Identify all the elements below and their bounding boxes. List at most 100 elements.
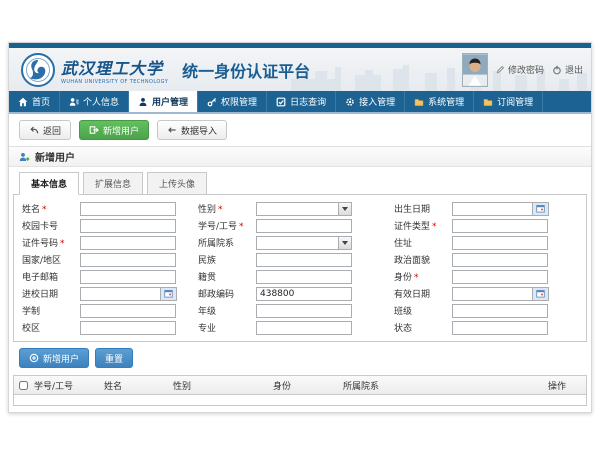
calendar-button[interactable] <box>532 202 549 216</box>
field-label: 邮政编码 <box>198 287 256 300</box>
circle-plus-icon <box>29 353 39 363</box>
id-number-input[interactable] <box>80 236 176 250</box>
field-label: 校园卡号 <box>22 219 80 232</box>
nav-item-log-query[interactable]: 日志查询 <box>267 91 336 112</box>
form-field: 电子邮箱 <box>22 270 198 284</box>
data-import-button[interactable]: 数据导入 <box>157 120 227 140</box>
study-length-input[interactable] <box>80 304 176 318</box>
nav-label: 订阅管理 <box>497 95 533 108</box>
section-title: 新增用户 <box>35 149 75 164</box>
form-field: 民族 <box>198 253 394 267</box>
country-region-input[interactable] <box>80 253 176 267</box>
form-field: 进校日期 <box>22 287 198 301</box>
form-field: 专业 <box>198 321 394 335</box>
table-header-row: 学号/工号 姓名 性别 身份 所属院系 操作 <box>14 376 586 395</box>
chevron-down-icon <box>342 241 348 245</box>
form-field: 出生日期 <box>394 202 578 216</box>
calendar-button[interactable] <box>160 287 177 301</box>
department-select[interactable] <box>256 236 352 250</box>
nav-item-subscription-management[interactable]: 订阅管理 <box>474 91 543 112</box>
logout-link[interactable]: 退出 <box>552 63 583 76</box>
nav-item-permission-management[interactable]: 权限管理 <box>198 91 267 112</box>
form-field: 证件号码* <box>22 236 198 250</box>
change-password-label: 修改密码 <box>508 63 544 76</box>
id-type-input[interactable] <box>452 219 548 233</box>
person-card-icon <box>69 97 79 107</box>
gender-select[interactable] <box>256 202 352 216</box>
form-field: 校园卡号 <box>22 219 198 233</box>
native-place-input[interactable] <box>256 270 352 284</box>
nav-item-access-management[interactable]: 接入管理 <box>336 91 405 112</box>
field-label: 电子邮箱 <box>22 270 80 283</box>
submit-add-user-button[interactable]: 新增用户 <box>19 348 89 368</box>
field-label: 校区 <box>22 321 80 334</box>
grade-input[interactable] <box>256 304 352 318</box>
key-icon <box>207 97 217 107</box>
valid-date-input[interactable] <box>452 287 532 301</box>
user-meta: 修改密码 退出 <box>462 53 583 87</box>
tab-basic-info[interactable]: 基本信息 <box>19 172 79 195</box>
class-input[interactable] <box>452 304 548 318</box>
nav-item-personal-info[interactable]: 个人信息 <box>60 91 129 112</box>
campus-input[interactable] <box>80 321 176 335</box>
form-actions: 新增用户 重置 <box>9 342 591 374</box>
add-user-toolbar-button[interactable]: 新增用户 <box>79 120 149 140</box>
postal-code-input[interactable] <box>256 287 352 301</box>
toolbar: 返回 新增用户 数据导入 <box>9 114 591 146</box>
back-arrow-icon <box>29 125 39 135</box>
political-status-input[interactable] <box>452 253 548 267</box>
field-label: 姓名* <box>22 202 80 215</box>
status-input[interactable] <box>452 321 548 335</box>
student-id-input[interactable] <box>256 219 352 233</box>
tab-extended-info[interactable]: 扩展信息 <box>83 172 143 195</box>
reset-button[interactable]: 重置 <box>95 348 133 368</box>
nav-item-home[interactable]: 首页 <box>9 91 60 112</box>
form-field: 年级 <box>198 304 394 318</box>
nav-item-user-management[interactable]: 用户管理 <box>129 91 198 112</box>
form-field: 班级 <box>394 304 578 318</box>
form-field: 状态 <box>394 321 578 335</box>
address-input[interactable] <box>452 236 548 250</box>
pencil-icon <box>496 65 505 74</box>
calendar-icon <box>164 289 173 298</box>
email-input[interactable] <box>80 270 176 284</box>
col-identity: 身份 <box>271 379 341 392</box>
entry-date-input[interactable] <box>80 287 160 301</box>
dropdown-button[interactable] <box>338 237 351 249</box>
log-check-icon <box>276 97 286 107</box>
form-grid: 姓名* 校园卡号 证件号码* 国家/地区 电子邮箱 进校日期 <box>22 200 578 336</box>
tab-upload-avatar[interactable]: 上传头像 <box>147 172 207 195</box>
submit-label: 新增用户 <box>43 352 79 365</box>
form-field: 籍贯 <box>198 270 394 284</box>
form-field: 所属院系 <box>198 236 394 250</box>
form-field: 国家/地区 <box>22 253 198 267</box>
field-label: 身份* <box>394 270 452 283</box>
empty-table-row <box>14 395 586 405</box>
main-nav: 首页 个人信息 用户管理 权限管理 日志查询 接入管理 系统管理 订阅管理 <box>9 91 591 114</box>
select-all-checkbox[interactable] <box>19 381 28 390</box>
name-input[interactable] <box>80 202 176 216</box>
nav-label: 接入管理 <box>359 95 395 108</box>
field-label: 国家/地区 <box>22 253 80 266</box>
app-window: 武汉理工大学 WUHAN UNIVERSITY OF TECHNOLOGY 统一… <box>8 42 592 413</box>
back-button[interactable]: 返回 <box>19 120 71 140</box>
platform-title: 统一身份认证平台 <box>182 58 310 82</box>
reset-label: 重置 <box>105 352 123 365</box>
form-field: 证件类型* <box>394 219 578 233</box>
back-label: 返回 <box>43 124 61 137</box>
change-password-link[interactable]: 修改密码 <box>496 63 544 76</box>
university-logo <box>21 53 55 87</box>
field-label: 状态 <box>394 321 452 334</box>
identity-input[interactable] <box>452 270 548 284</box>
campus-card-input[interactable] <box>80 219 176 233</box>
birth-date-input[interactable] <box>452 202 532 216</box>
user-plus-icon <box>19 152 30 162</box>
ethnicity-input[interactable] <box>256 253 352 267</box>
power-icon <box>552 65 562 75</box>
nav-item-system-management[interactable]: 系统管理 <box>405 91 474 112</box>
calendar-button[interactable] <box>532 287 549 301</box>
gear-icon <box>345 97 355 107</box>
col-name: 姓名 <box>102 379 171 392</box>
dropdown-button[interactable] <box>338 203 351 215</box>
major-input[interactable] <box>256 321 352 335</box>
